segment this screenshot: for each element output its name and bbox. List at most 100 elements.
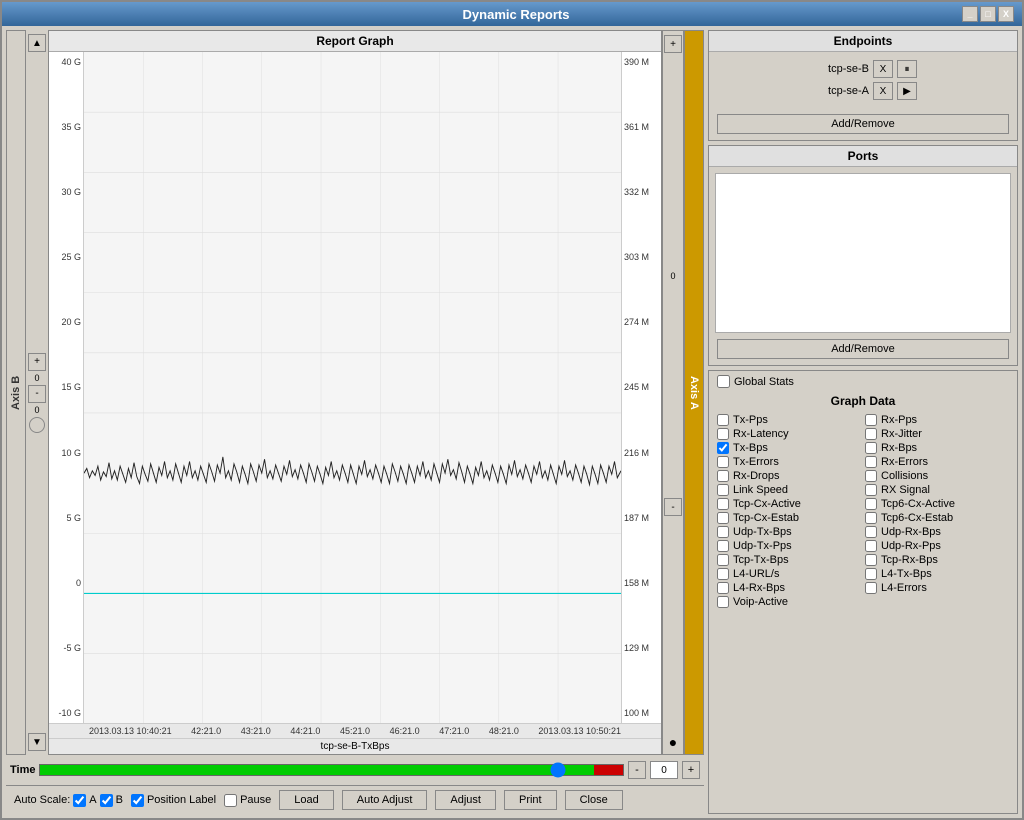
scroll-value2: 0	[34, 405, 39, 415]
pause-check: Pause	[224, 794, 271, 807]
check-rx-drops[interactable]	[717, 470, 729, 482]
graph-data-tcp-tx-bps: Tcp-Tx-Bps	[717, 554, 861, 566]
graph-data-rx-errors: Rx-Errors	[865, 456, 1009, 468]
graph-data-udp-tx-pps: Udp-Tx-Pps	[717, 540, 861, 552]
graph-title: Report Graph	[49, 31, 661, 52]
y-axis-right: 390 M 361 M 332 M 303 M 274 M 245 M 216 …	[621, 52, 661, 723]
scroll-up-button[interactable]: ▲	[28, 34, 46, 52]
rscroll-dot-button[interactable]: ●	[669, 734, 677, 750]
endpoint-b-pause-button[interactable]: ⏸	[897, 60, 917, 78]
graph-data-tcp-cx-estab: Tcp-Cx-Estab	[717, 512, 861, 524]
check-l4-errors[interactable]	[865, 582, 877, 594]
check-voip-active[interactable]	[717, 596, 729, 608]
graph-data-tcp-cx-active: Tcp-Cx-Active	[717, 498, 861, 510]
check-tx-errors[interactable]	[717, 456, 729, 468]
rscroll-minus-button[interactable]: -	[664, 498, 682, 516]
check-b-label: B	[100, 794, 123, 807]
auto-adjust-button[interactable]: Auto Adjust	[342, 790, 428, 810]
endpoint-a-play-button[interactable]: ▶	[897, 82, 917, 100]
endpoint-b-x-button[interactable]: X	[873, 60, 893, 78]
main-content: Axis B ▲ + 0 - 0 ▼	[2, 26, 1022, 818]
graph-data-tx-errors: Tx-Errors	[717, 456, 861, 468]
graph-area	[84, 52, 621, 723]
check-rx-bps[interactable]	[865, 442, 877, 454]
graph-data-udp-rx-pps: Udp-Rx-Pps	[865, 540, 1009, 552]
check-rx-jitter[interactable]	[865, 428, 877, 440]
ports-add-remove-button[interactable]: Add/Remove	[717, 339, 1009, 359]
graph-data-l4-rx-bps: L4-Rx-Bps	[717, 582, 861, 594]
endpoint-row-b: tcp-se-B X ⏸	[717, 60, 1009, 78]
check-tcp-cx-active[interactable]	[717, 498, 729, 510]
scroll-circle-button[interactable]	[29, 417, 45, 433]
maximize-button[interactable]: □	[980, 6, 996, 22]
graph-data-l4-tx-bps: L4-Tx-Bps	[865, 568, 1009, 580]
main-window: Dynamic Reports _ □ X Axis B ▲ +	[0, 0, 1024, 820]
close-button-footer[interactable]: Close	[565, 790, 623, 810]
position-label-checkbox[interactable]	[131, 794, 144, 807]
check-tx-bps[interactable]	[717, 442, 729, 454]
minimize-button[interactable]: _	[962, 6, 978, 22]
graph-data-rx-drops: Rx-Drops	[717, 470, 861, 482]
endpoint-b-label: tcp-se-B	[809, 63, 869, 75]
scroll-minus-button[interactable]: -	[28, 385, 46, 403]
rscroll-plus-button[interactable]: +	[664, 35, 682, 53]
y-axis-left: 40 G 35 G 30 G 25 G 20 G 15 G 10 G 5 G 0…	[49, 52, 84, 723]
close-button[interactable]: X	[998, 6, 1014, 22]
check-b[interactable]	[100, 794, 113, 807]
adjust-button[interactable]: Adjust	[435, 790, 496, 810]
axis-b-label: Axis B	[6, 30, 26, 755]
ports-title: Ports	[709, 146, 1017, 167]
graph-data-tx-bps: Tx-Bps	[717, 442, 861, 454]
graph-data-rx-bps: Rx-Bps	[865, 442, 1009, 454]
load-button[interactable]: Load	[279, 790, 333, 810]
scroll-value: 0	[34, 373, 39, 383]
global-stats-checkbox[interactable]	[717, 375, 730, 388]
x-axis: 2013.03.13 10:40:21 42:21.0 43:21.0 44:2…	[49, 723, 661, 738]
graph-panel: Report Graph 40 G 35 G 30 G 25 G 20 G 15…	[48, 30, 662, 755]
graph-data-l4-errors: L4-Errors	[865, 582, 1009, 594]
ports-body	[715, 173, 1011, 333]
scroll-down-button[interactable]: ▼	[28, 733, 46, 751]
check-rx-errors[interactable]	[865, 456, 877, 468]
right-panel: Endpoints tcp-se-B X ⏸ tcp-se-A X ▶ Add/…	[708, 30, 1018, 814]
endpoints-title: Endpoints	[709, 31, 1017, 52]
scroll-plus-button[interactable]: +	[28, 353, 46, 371]
check-link-speed[interactable]	[717, 484, 729, 496]
graph-data-rx-pps: Rx-Pps	[865, 414, 1009, 426]
time-slider[interactable]	[39, 764, 624, 776]
check-rx-signal[interactable]	[865, 484, 877, 496]
check-tcp6-cx-estab[interactable]	[865, 512, 877, 524]
check-udp-tx-pps[interactable]	[717, 540, 729, 552]
check-udp-rx-pps[interactable]	[865, 540, 877, 552]
check-l4-rx-bps[interactable]	[717, 582, 729, 594]
axis-a-label: Axis A	[684, 30, 704, 755]
check-udp-rx-bps[interactable]	[865, 526, 877, 538]
check-tx-pps[interactable]	[717, 414, 729, 426]
x-label: tcp-se-B-TxBps	[49, 738, 661, 754]
check-rx-latency[interactable]	[717, 428, 729, 440]
footer: Auto Scale: A B Position Label	[6, 785, 704, 814]
check-tcp-rx-bps[interactable]	[865, 554, 877, 566]
check-tcp-tx-bps[interactable]	[717, 554, 729, 566]
pause-checkbox[interactable]	[224, 794, 237, 807]
check-collisions[interactable]	[865, 470, 877, 482]
endpoint-a-x-button[interactable]: X	[873, 82, 893, 100]
graph-data-tcp6-cx-estab: Tcp6-Cx-Estab	[865, 512, 1009, 524]
time-plus-button[interactable]: +	[682, 761, 700, 779]
graph-data-voip-active: Voip-Active	[717, 596, 861, 608]
check-l4-url[interactable]	[717, 568, 729, 580]
check-tcp-cx-estab[interactable]	[717, 512, 729, 524]
endpoints-add-remove-button[interactable]: Add/Remove	[717, 114, 1009, 134]
position-label-check: Position Label	[131, 794, 216, 807]
check-l4-tx-bps[interactable]	[865, 568, 877, 580]
check-rx-pps[interactable]	[865, 414, 877, 426]
check-tcp6-cx-active[interactable]	[865, 498, 877, 510]
graph-data-collisions: Collisions	[865, 470, 1009, 482]
check-udp-tx-bps[interactable]	[717, 526, 729, 538]
graph-data-udp-tx-bps: Udp-Tx-Bps	[717, 526, 861, 538]
graph-data-l4-url: L4-URL/s	[717, 568, 861, 580]
check-a[interactable]	[73, 794, 86, 807]
print-button[interactable]: Print	[504, 790, 557, 810]
time-minus-button[interactable]: -	[628, 761, 646, 779]
time-value-input[interactable]	[650, 761, 678, 779]
